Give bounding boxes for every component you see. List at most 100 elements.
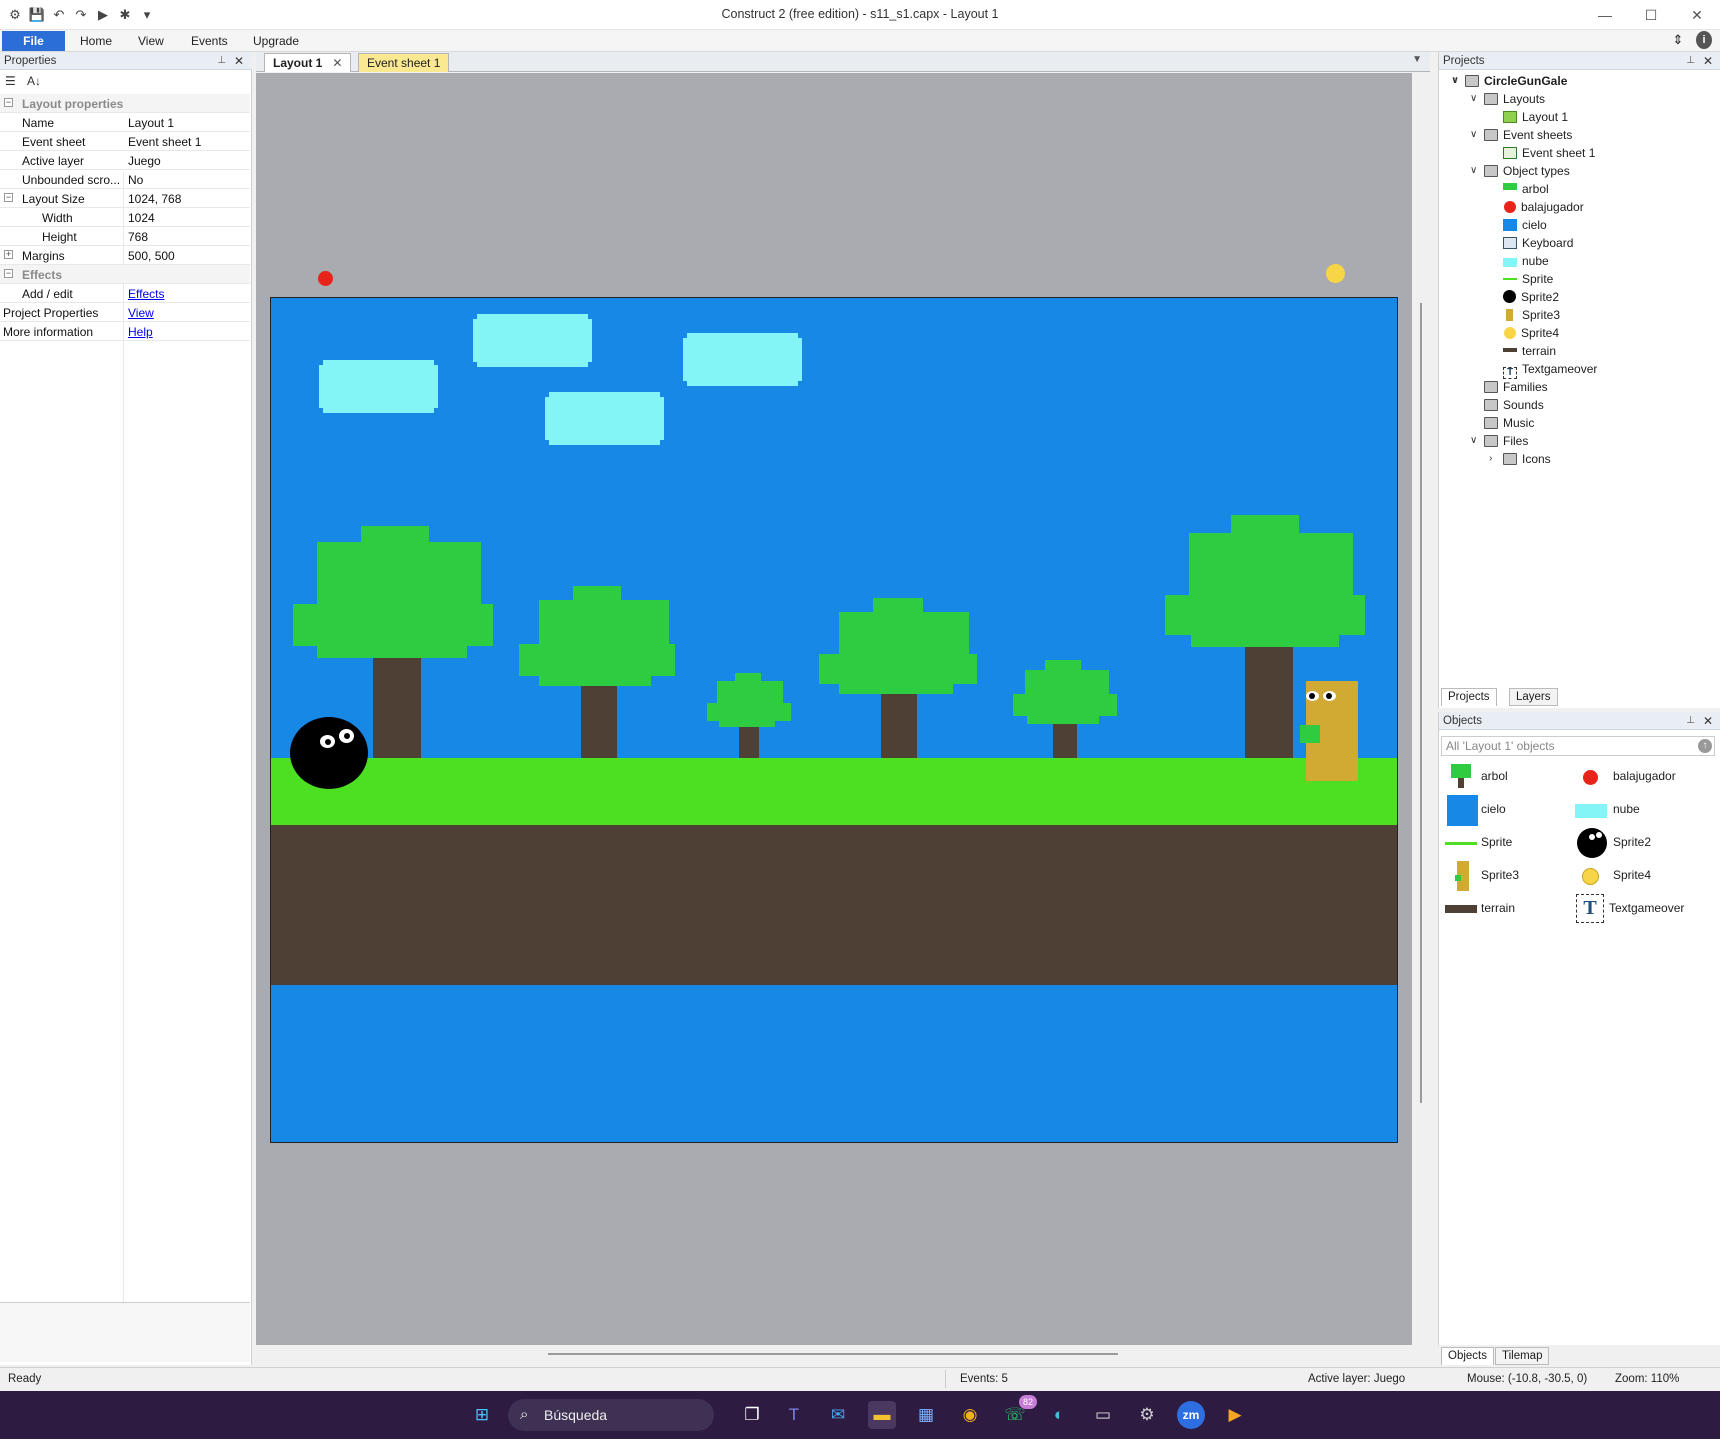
horizontal-scrollbar[interactable] bbox=[256, 1345, 1412, 1363]
prop-width[interactable]: Width 1024 bbox=[0, 208, 250, 227]
object-textgameover[interactable]: T Textgameover bbox=[1573, 892, 1720, 925]
arbol-tree[interactable] bbox=[707, 673, 791, 758]
object-sprite2[interactable]: Sprite2 bbox=[1573, 826, 1713, 859]
chevron-down-icon[interactable]: ∨ bbox=[1470, 162, 1477, 180]
layout-view[interactable] bbox=[256, 73, 1412, 1345]
prop-add-edit-effects[interactable]: Add / edit Effects bbox=[0, 284, 250, 303]
objects-filter-input[interactable]: All 'Layout 1' objects ↑ bbox=[1441, 736, 1715, 756]
store-icon[interactable]: ▦ bbox=[912, 1401, 940, 1429]
object-sprite3[interactable]: Sprite3 bbox=[1445, 859, 1565, 892]
clear-filter-icon[interactable]: ↑ bbox=[1698, 739, 1712, 753]
tree-families-folder[interactable]: Families bbox=[1484, 378, 1548, 396]
info-icon[interactable]: i bbox=[1696, 31, 1712, 49]
chevron-down-icon[interactable]: ∨ bbox=[1470, 90, 1477, 108]
chevron-down-icon[interactable]: ∨ bbox=[1470, 126, 1477, 144]
tab-view[interactable]: View bbox=[124, 31, 178, 51]
taskbar-search[interactable]: ⌕ Búsqueda bbox=[508, 1399, 714, 1431]
tree-object-nube[interactable]: nube bbox=[1503, 252, 1549, 270]
sprite2-player[interactable] bbox=[290, 717, 368, 789]
tree-object-terrain[interactable]: terrain bbox=[1503, 342, 1556, 360]
pin-icon[interactable]: ⊥ bbox=[1686, 52, 1695, 70]
effects-link[interactable]: Effects bbox=[128, 287, 164, 301]
task-view-icon[interactable]: ❐ bbox=[738, 1401, 766, 1429]
arbol-tree[interactable] bbox=[1013, 660, 1117, 758]
tree-object-textgameover[interactable]: T Textgameover bbox=[1503, 360, 1597, 379]
tree-object-sprite[interactable]: Sprite bbox=[1503, 270, 1553, 288]
pin-icon[interactable]: ⊥ bbox=[1686, 712, 1695, 730]
whatsapp-icon[interactable]: ☏ 82 bbox=[1001, 1395, 1037, 1429]
tree-object-cielo[interactable]: cielo bbox=[1503, 216, 1547, 234]
prop-active-layer[interactable]: Active layer Juego bbox=[0, 151, 250, 170]
tab-upgrade[interactable]: Upgrade bbox=[239, 31, 313, 51]
tree-sounds-folder[interactable]: Sounds bbox=[1484, 396, 1544, 414]
close-panel-icon[interactable]: ✕ bbox=[234, 52, 244, 70]
tab-file[interactable]: File bbox=[2, 31, 65, 51]
close-panel-icon[interactable]: ✕ bbox=[1703, 52, 1713, 70]
tab-events[interactable]: Events bbox=[177, 31, 242, 51]
terrain-dirt[interactable] bbox=[271, 825, 1397, 985]
chevron-down-icon[interactable]: ∨ bbox=[1470, 432, 1477, 450]
prop-margins[interactable]: + Margins 500, 500 bbox=[0, 246, 250, 265]
close-tab-icon[interactable]: ✕ bbox=[332, 56, 342, 70]
settings-gear-icon[interactable]: ⚙ bbox=[1133, 1401, 1161, 1429]
object-terrain[interactable]: terrain bbox=[1445, 892, 1565, 925]
view-link[interactable]: View bbox=[128, 306, 154, 320]
tab-objects[interactable]: Objects bbox=[1441, 1347, 1494, 1365]
prop-unbounded-scrolling[interactable]: Unbounded scro... No bbox=[0, 170, 250, 189]
object-balajugador[interactable]: balajugador bbox=[1573, 760, 1713, 793]
teams-icon[interactable]: T bbox=[780, 1401, 808, 1429]
categorized-sort-icon[interactable]: ☰ bbox=[5, 74, 16, 88]
prop-height[interactable]: Height 768 bbox=[0, 227, 250, 246]
tree-object-sprite2[interactable]: Sprite2 bbox=[1503, 288, 1559, 306]
file-explorer-icon[interactable]: ▬ bbox=[868, 1401, 896, 1429]
chrome-icon[interactable]: ◉ bbox=[956, 1401, 984, 1429]
terrain-grass[interactable] bbox=[271, 758, 1397, 825]
zoom-icon[interactable]: zm bbox=[1177, 1401, 1205, 1429]
tree-layouts-folder[interactable]: ∨ Layouts bbox=[1470, 90, 1545, 108]
arbol-tree[interactable] bbox=[819, 598, 977, 758]
chevron-right-icon[interactable]: › bbox=[1489, 450, 1492, 468]
tree-object-keyboard[interactable]: Keyboard bbox=[1503, 234, 1573, 252]
tree-object-sprite4[interactable]: Sprite4 bbox=[1503, 324, 1559, 342]
prop-event-sheet[interactable]: Event sheet Event sheet 1 bbox=[0, 132, 250, 151]
media-player-icon[interactable]: ▶ bbox=[1221, 1401, 1249, 1429]
help-link[interactable]: Help bbox=[128, 325, 153, 339]
tree-files-folder[interactable]: ∨ Files bbox=[1470, 432, 1528, 450]
tree-object-types-folder[interactable]: ∨ Object types bbox=[1470, 162, 1570, 180]
balajugador-sprite[interactable] bbox=[318, 271, 333, 286]
chevron-down-icon[interactable]: ∨ bbox=[1451, 72, 1459, 90]
tree-event-sheets-folder[interactable]: ∨ Event sheets bbox=[1470, 126, 1572, 144]
object-sprite4[interactable]: Sprite4 bbox=[1573, 859, 1713, 892]
pin-icon[interactable]: ⊥ bbox=[217, 52, 226, 70]
tab-layout-1[interactable]: Layout 1 ✕ bbox=[264, 53, 352, 72]
sprite4-sprite[interactable] bbox=[1326, 264, 1345, 283]
tab-home[interactable]: Home bbox=[66, 31, 126, 51]
object-nube[interactable]: nube bbox=[1573, 793, 1713, 826]
maximize-button[interactable]: ☐ bbox=[1628, 0, 1674, 30]
mail-icon[interactable]: ✉ bbox=[824, 1401, 852, 1429]
minimize-button[interactable]: — bbox=[1582, 0, 1628, 30]
tree-object-balajugador[interactable]: balajugador bbox=[1503, 198, 1584, 216]
tree-object-arbol[interactable]: arbol bbox=[1503, 180, 1549, 198]
alphabetical-sort-icon[interactable]: A↓ bbox=[27, 74, 41, 88]
tab-tilemap[interactable]: Tilemap bbox=[1495, 1347, 1550, 1365]
object-sprite[interactable]: Sprite bbox=[1445, 826, 1565, 859]
prop-more-information[interactable]: More information Help bbox=[0, 322, 250, 341]
prop-name[interactable]: Name Layout 1 bbox=[0, 113, 250, 132]
prop-layout-size[interactable]: − Layout Size 1024, 768 bbox=[0, 189, 250, 208]
close-button[interactable]: ✕ bbox=[1674, 0, 1720, 30]
close-panel-icon[interactable]: ✕ bbox=[1703, 712, 1713, 730]
tab-list-dropdown-icon[interactable]: ▼ bbox=[1412, 54, 1422, 65]
vertical-scrollbar[interactable] bbox=[1412, 73, 1430, 1345]
tab-layers[interactable]: Layers bbox=[1509, 688, 1558, 706]
layout-area[interactable] bbox=[270, 297, 1398, 1143]
tree-event-sheet-1[interactable]: Event sheet 1 bbox=[1503, 144, 1595, 162]
sprite3-enemy[interactable] bbox=[1300, 681, 1358, 781]
tab-projects[interactable]: Projects bbox=[1441, 688, 1497, 706]
arbol-tree[interactable] bbox=[519, 586, 675, 758]
tree-music-folder[interactable]: Music bbox=[1484, 414, 1534, 432]
tree-layout-1[interactable]: Layout 1 bbox=[1503, 108, 1568, 126]
tab-event-sheet-1[interactable]: Event sheet 1 bbox=[358, 53, 450, 72]
windows-start-icon[interactable]: ⊞ bbox=[468, 1401, 496, 1429]
tree-object-sprite3[interactable]: Sprite3 bbox=[1503, 306, 1560, 324]
